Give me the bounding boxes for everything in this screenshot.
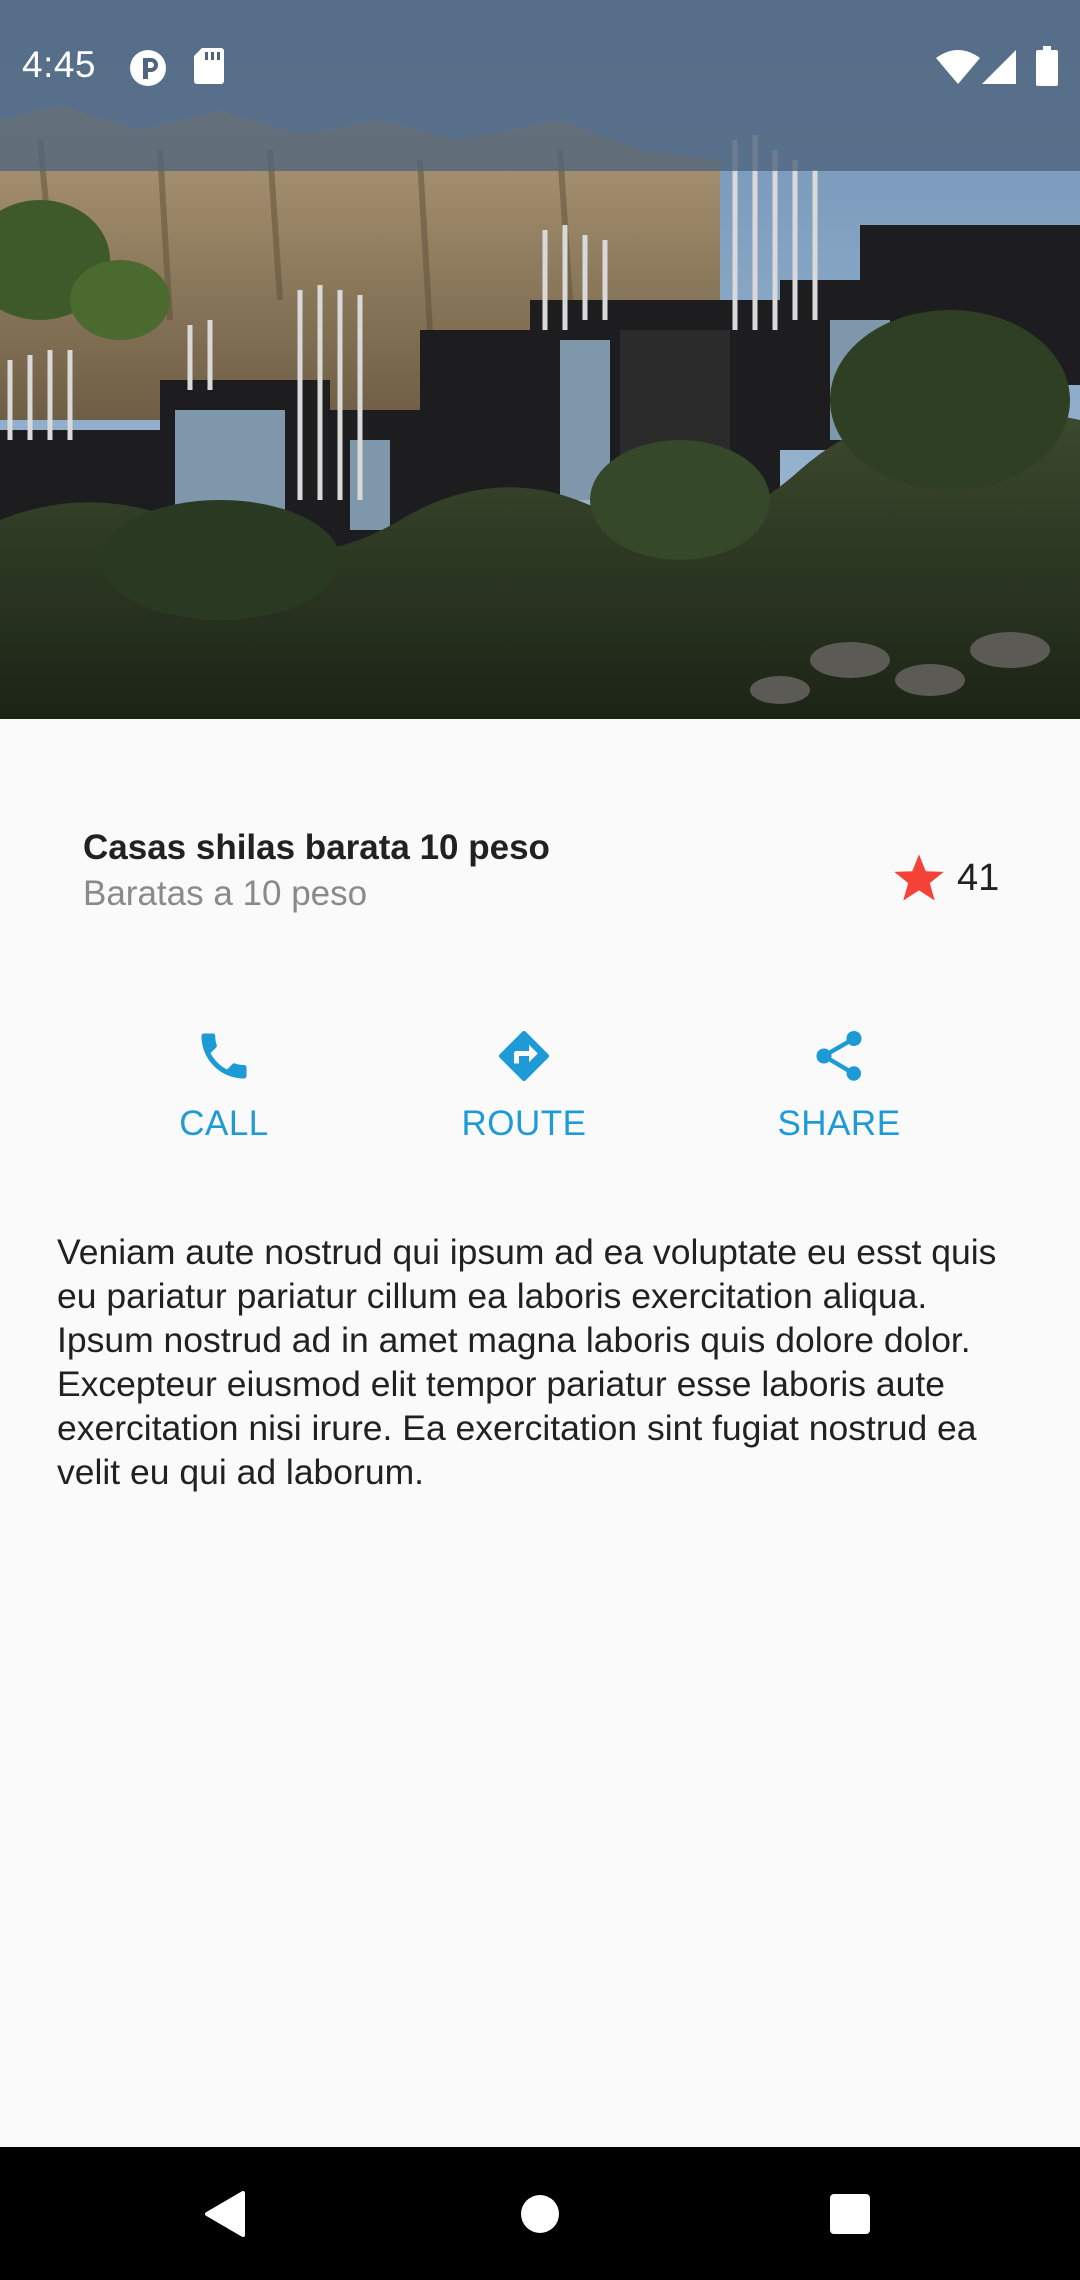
status-time: 4:45 <box>22 44 97 85</box>
share-button[interactable]: SHARE <box>739 1020 939 1180</box>
battery-icon <box>1036 46 1058 86</box>
directions-icon <box>499 1031 549 1081</box>
screen: 4:45 Casas shilas barata 10 peso Baratas… <box>0 0 1080 2280</box>
place-title: Casas shilas barata 10 peso <box>83 828 550 867</box>
share-icon <box>816 1031 862 1081</box>
back-icon <box>205 2190 245 2237</box>
place-header: Casas shilas barata 10 peso Baratas a 10… <box>83 828 1003 928</box>
place-subtitle: Baratas a 10 peso <box>83 874 368 913</box>
cellular-signal-icon <box>982 50 1016 84</box>
rating-count: 41 <box>957 856 1000 899</box>
description-text: Veniam aute nostrud qui ipsum ad ea volu… <box>57 1232 997 1492</box>
recents-icon <box>830 2193 870 2234</box>
phone-icon <box>201 1033 247 1079</box>
route-label: ROUTE <box>461 1104 587 1143</box>
status-bar: 4:45 <box>0 0 1080 171</box>
back-button[interactable] <box>145 2147 305 2280</box>
rating[interactable]: 41 <box>891 848 999 908</box>
notification-p-icon <box>130 50 166 86</box>
call-label: CALL <box>179 1104 269 1143</box>
action-buttons: CALL ROUTE SHARE <box>0 1020 1080 1180</box>
call-button[interactable]: CALL <box>124 1020 324 1180</box>
sd-card-icon <box>194 48 224 84</box>
recents-button[interactable] <box>770 2147 930 2280</box>
star-icon <box>894 854 944 901</box>
share-label: SHARE <box>777 1104 901 1143</box>
home-icon <box>521 2194 559 2233</box>
navigation-bar <box>0 2147 1080 2280</box>
wifi-icon <box>936 50 980 84</box>
home-button[interactable] <box>460 2147 620 2280</box>
route-button[interactable]: ROUTE <box>424 1020 624 1180</box>
